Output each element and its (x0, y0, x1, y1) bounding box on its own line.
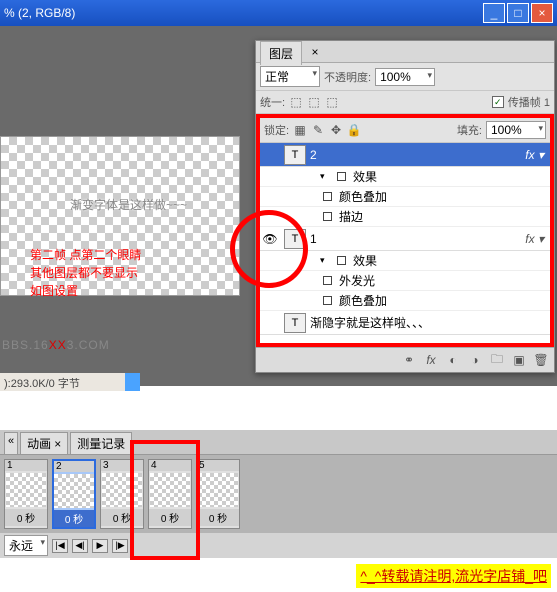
text-layer-thumb: T (284, 313, 306, 333)
next-frame-button[interactable]: |▶ (112, 539, 128, 553)
layer-name[interactable]: 1 (310, 232, 317, 246)
tab-animation[interactable]: 动画 × (20, 432, 68, 454)
frame-duration[interactable]: 0 秒 (101, 509, 143, 526)
layers-list: T 2 fx ▾ ▾效果 颜色叠加 描边 👁 T 1 fx ▾ ▾效果 外发光 … (260, 143, 550, 343)
window-title: % (2, RGB/8) (4, 6, 75, 20)
tab-close-icon[interactable]: × (308, 45, 322, 59)
opacity-label: 不透明度: (324, 69, 371, 85)
footer-note: ^_^转载请注明,流光字店铺_吧 (356, 564, 551, 588)
eye-icon[interactable] (323, 276, 332, 285)
frame-thumbnail (54, 474, 94, 508)
maximize-button[interactable]: □ (507, 3, 529, 23)
new-group-icon[interactable]: 🗀 (488, 352, 506, 368)
highlighted-region: 锁定: ▦ ✎ ✥ 🔒 填充: 100% T 2 fx ▾ ▾效果 颜色叠加 描… (256, 114, 554, 347)
frame-duration[interactable]: 0 秒 (54, 510, 94, 527)
effects-row[interactable]: ▾效果 (260, 167, 550, 187)
adjustment-layer-icon[interactable]: ◑ (466, 352, 484, 368)
fx-badge[interactable]: fx ▾ (525, 148, 544, 162)
frame-duration[interactable]: 0 秒 (149, 509, 191, 526)
lock-position-icon[interactable]: ✥ (329, 123, 343, 137)
frame-duration[interactable]: 0 秒 (197, 509, 239, 526)
minimize-button[interactable]: _ (483, 3, 505, 23)
animation-frame[interactable]: 1 0 秒 (4, 459, 48, 529)
layer-name[interactable]: 渐隐字就是这样啦、、、 (310, 314, 430, 331)
frame-thumbnail (6, 473, 46, 507)
unify-label: 统一: (260, 94, 285, 110)
layer-row[interactable]: 👁 T 1 fx ▾ (260, 227, 550, 251)
first-frame-button[interactable]: |◀ (52, 539, 68, 553)
delete-layer-icon[interactable]: 🗑 (532, 352, 550, 368)
fill-label: 填充: (457, 122, 482, 138)
text-layer-thumb: T (284, 145, 306, 165)
close-button[interactable]: × (531, 3, 553, 23)
layers-panel: 图层 × 正常 不透明度: 100% 统一: ⬚ ⬚ ⬚ ✓ 传播帧 1 锁定:… (255, 40, 555, 373)
effect-item[interactable]: 外发光 (260, 271, 550, 291)
annotation-text: 第二帧 点第二个眼睛 其他图层都不要显示 如图设置 (30, 246, 141, 300)
twisty-icon[interactable]: ▾ (320, 171, 330, 182)
tab-measurement[interactable]: 测量记录 (70, 432, 132, 454)
frame-thumbnail (198, 473, 238, 507)
new-layer-icon[interactable]: ▣ (510, 352, 528, 368)
loop-dropdown[interactable]: 永远 (4, 535, 48, 556)
layer-style-icon[interactable]: fx (422, 352, 440, 368)
watermark: BBS.16XX3.COM (2, 336, 110, 352)
unify-position-icon[interactable]: ⬚ (289, 95, 303, 109)
blend-mode-dropdown[interactable]: 正常 (260, 66, 320, 87)
effects-row[interactable]: ▾效果 (260, 251, 550, 271)
propagate-label: 传播帧 1 (508, 94, 550, 110)
eye-icon[interactable] (337, 172, 346, 181)
lock-label: 锁定: (264, 122, 289, 138)
eye-icon[interactable] (323, 192, 332, 201)
prev-frame-button[interactable]: ◀| (72, 539, 88, 553)
panel-collapse-icon[interactable]: « (4, 432, 18, 454)
frame-duration[interactable]: 0 秒 (5, 509, 47, 526)
layer-row[interactable]: T 2 fx ▾ (260, 143, 550, 167)
fx-badge[interactable]: fx ▾ (525, 232, 544, 246)
layer-mask-icon[interactable]: ◐ (444, 352, 462, 368)
eye-icon[interactable] (323, 212, 332, 221)
frame-thumbnail (150, 473, 190, 507)
animation-frame[interactable]: 3 0 秒 (100, 459, 144, 529)
tab-layers[interactable]: 图层 (260, 41, 302, 65)
unify-visibility-icon[interactable]: ⬚ (307, 95, 321, 109)
frames-row: 1 0 秒 2 0 秒 3 0 秒 4 0 秒 5 0 秒 (0, 455, 557, 533)
animation-frame[interactable]: 5 0 秒 (196, 459, 240, 529)
effect-item[interactable]: 颜色叠加 (260, 187, 550, 207)
animation-panel: « 动画 × 测量记录 1 0 秒 2 0 秒 3 0 秒 4 0 秒 5 0 … (0, 430, 557, 558)
canvas-text-layer: 渐变字体是这样做~~~ (70, 196, 187, 213)
propagate-checkbox[interactable]: ✓ (492, 96, 504, 108)
lock-pixels-icon[interactable]: ✎ (311, 123, 325, 137)
effect-item[interactable]: 颜色叠加 (260, 291, 550, 311)
effect-item[interactable]: 描边 (260, 207, 550, 227)
link-layers-icon[interactable]: ⚭ (400, 352, 418, 368)
animation-frame[interactable]: 2 0 秒 (52, 459, 96, 529)
visibility-toggle[interactable]: 👁 (260, 232, 280, 246)
unify-style-icon[interactable]: ⬚ (325, 95, 339, 109)
play-button[interactable]: ▶ (92, 539, 108, 553)
opacity-field[interactable]: 100% (375, 68, 435, 86)
lock-all-icon[interactable]: 🔒 (347, 123, 361, 137)
eye-icon[interactable] (337, 256, 346, 265)
fill-field[interactable]: 100% (486, 121, 546, 139)
frame-thumbnail (102, 473, 142, 507)
layers-panel-footer: ⚭ fx ◐ ◑ 🗀 ▣ 🗑 (256, 347, 554, 372)
status-bar: ):293.0K/0 字节 (0, 373, 140, 391)
titlebar[interactable]: % (2, RGB/8) _ □ × (0, 0, 557, 26)
layer-row[interactable]: T 渐隐字就是这样啦、、、 (260, 311, 550, 335)
tab-close-icon[interactable]: × (54, 437, 61, 451)
animation-frame[interactable]: 4 0 秒 (148, 459, 192, 529)
eye-icon[interactable] (323, 296, 332, 305)
text-layer-thumb: T (284, 229, 306, 249)
twisty-icon[interactable]: ▾ (320, 255, 330, 266)
lock-transparent-icon[interactable]: ▦ (293, 123, 307, 137)
layer-name[interactable]: 2 (310, 148, 317, 162)
